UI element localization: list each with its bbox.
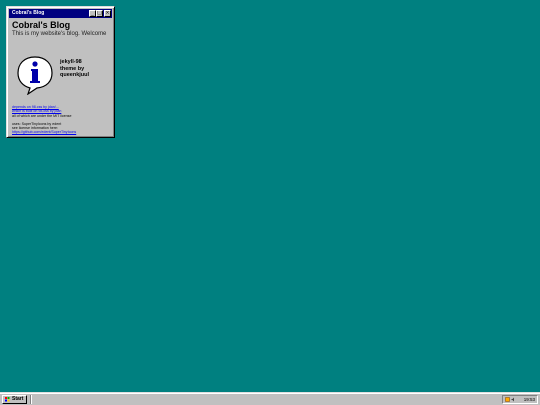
blog-window[interactable]: Cobral's Blog _ □ × Cobral's Blog This i… [6, 6, 115, 138]
windows-logo-icon [5, 397, 10, 402]
system-tray: 19:53 [502, 395, 538, 404]
close-button[interactable]: × [104, 10, 111, 17]
start-button[interactable]: Start [2, 395, 27, 404]
window-titlebar[interactable]: Cobral's Blog _ □ × [9, 9, 112, 18]
theme-line: queenkjuul [60, 72, 90, 78]
taskbar: Start 19:53 [0, 392, 540, 405]
window-title: Cobral's Blog [12, 10, 45, 16]
info-speech-bubble-icon [17, 56, 53, 95]
blog-subtitle: This is my website's blog. Welcome [12, 31, 107, 37]
maximize-button[interactable]: □ [96, 10, 103, 17]
theme-credit: jekyll-98 theme by queenkjuul [60, 59, 112, 79]
tray-volume-icon[interactable] [511, 397, 516, 402]
icons-link[interactable]: https://github.com/edent/SuperTinyIcons [12, 130, 112, 134]
window-controls: _ □ × [89, 10, 111, 17]
links-section: depends on 98.css by jdan/... which is b… [12, 105, 112, 135]
window-content: Cobral's Blog This is my website's blog.… [10, 20, 111, 134]
minimize-button[interactable]: _ [89, 10, 96, 17]
blog-heading: Cobral's Blog [12, 20, 71, 30]
tray-network-icon[interactable] [505, 397, 510, 402]
taskbar-divider [30, 395, 32, 404]
start-label: Start [12, 396, 24, 402]
taskbar-clock[interactable]: 19:53 [524, 396, 535, 403]
